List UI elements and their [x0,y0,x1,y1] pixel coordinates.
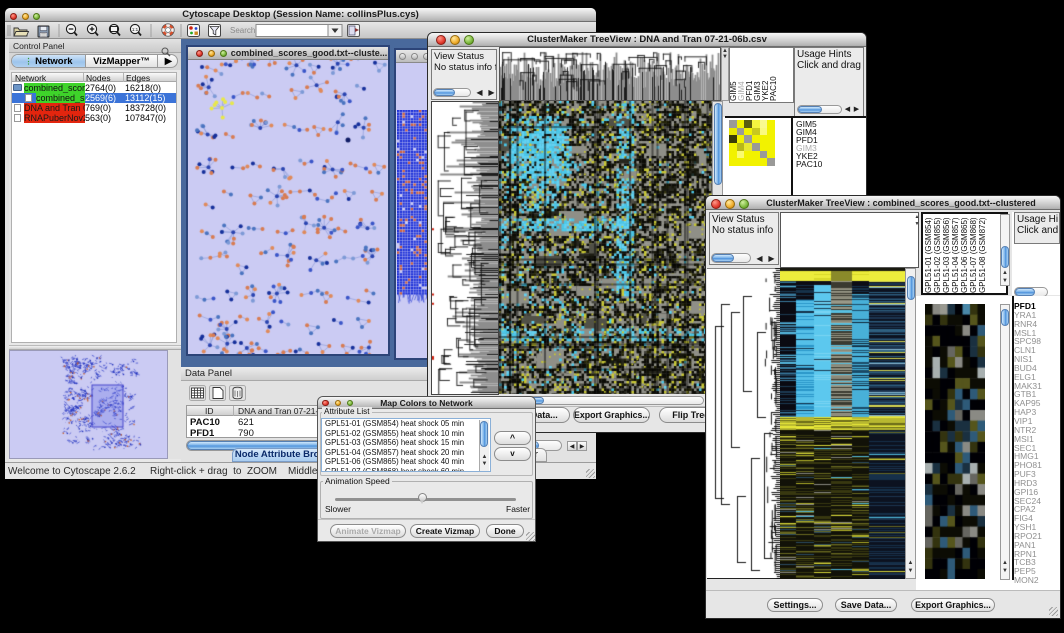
svg-text:1:1: 1:1 [132,27,139,32]
svg-text:Search:: Search: [230,26,258,35]
